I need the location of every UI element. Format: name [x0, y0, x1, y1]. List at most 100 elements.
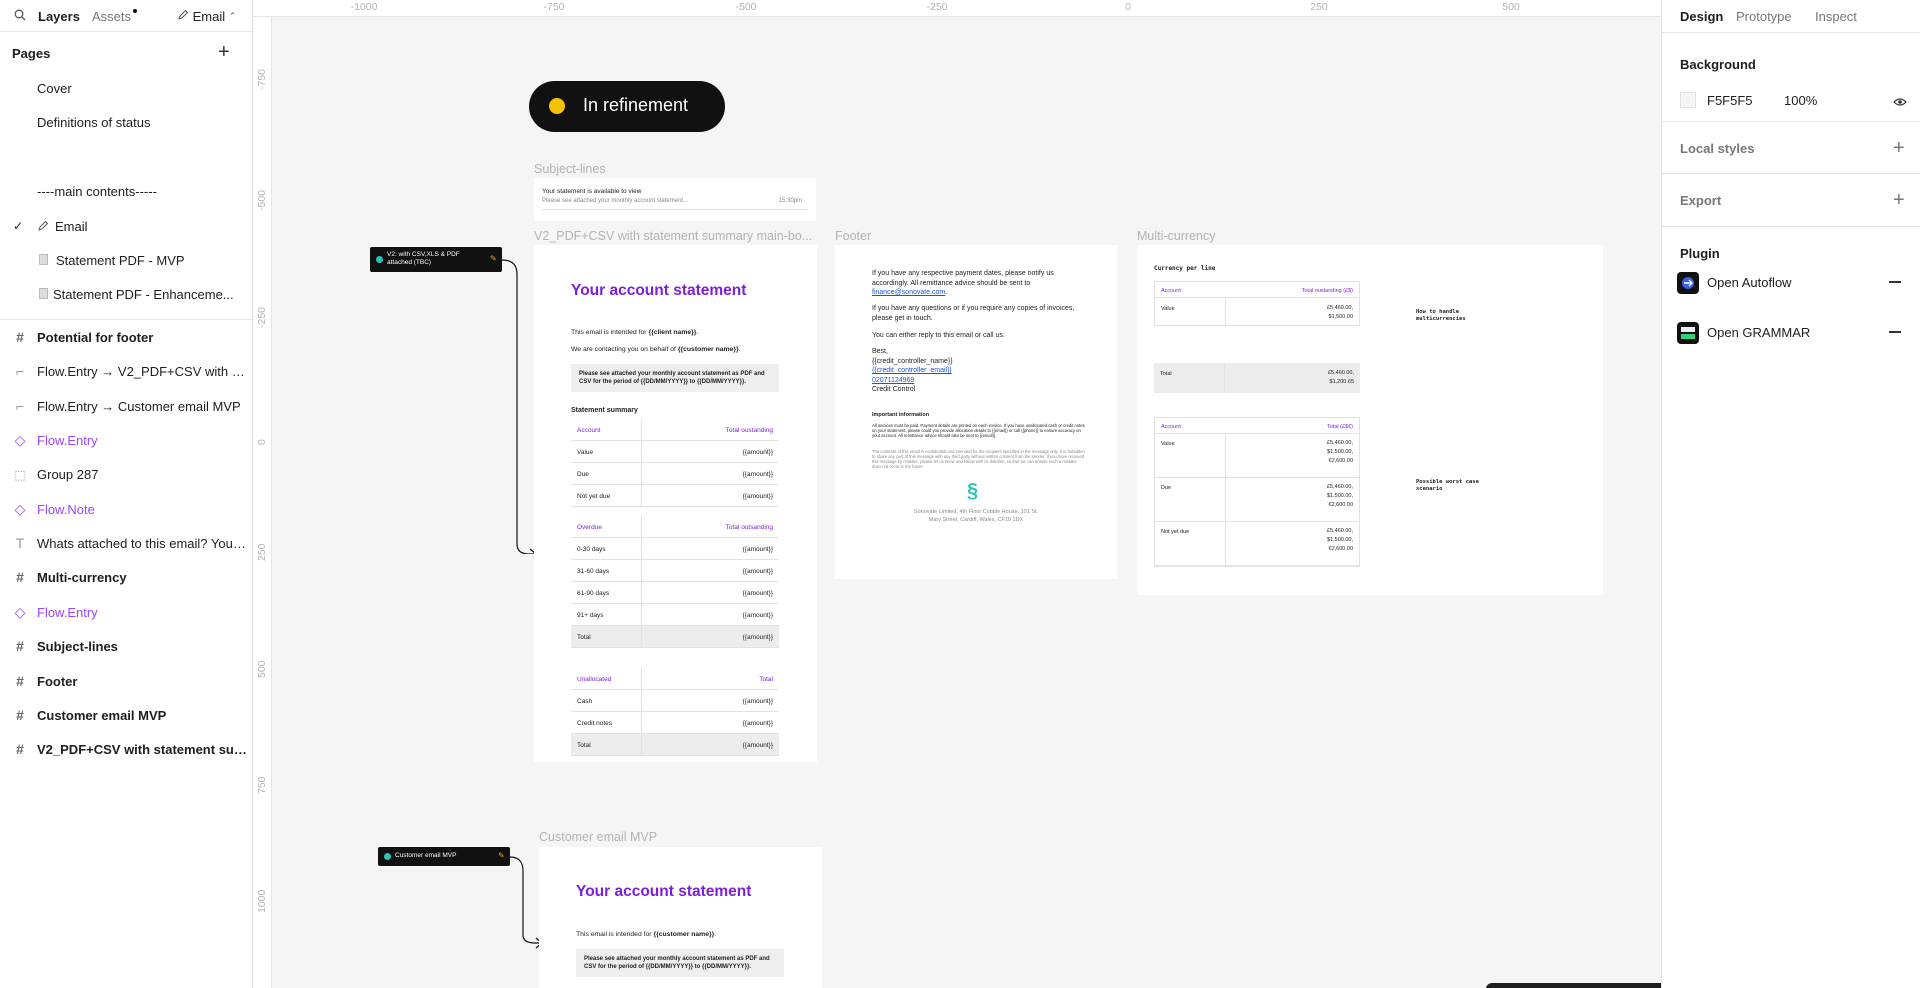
background-hex[interactable]: F5F5F5: [1707, 93, 1753, 108]
table-row: Cash {{amount}}: [571, 690, 779, 712]
tab-design[interactable]: Design: [1680, 9, 1723, 24]
minus-icon[interactable]: [1889, 281, 1901, 283]
frame-icon: #: [16, 672, 24, 689]
assets-update-dot: [133, 9, 137, 13]
page-item-email[interactable]: ✓ Email: [0, 210, 252, 244]
controller-email-link[interactable]: {{credit_controller_email}}: [872, 366, 953, 376]
search-icon[interactable]: [14, 9, 26, 24]
tab-prototype[interactable]: Prototype: [1736, 9, 1792, 24]
table-row: Not yet due {{amount}}: [571, 485, 779, 507]
layer-item[interactable]: ◇ Flow.Note: [0, 493, 252, 527]
table-row: Value {{amount}}: [571, 441, 779, 463]
minus-icon[interactable]: [1889, 331, 1901, 333]
left-ruler: -750-500-25002505007501000125: [254, 17, 272, 988]
table-row: 31-60 days {{amount}}: [571, 560, 779, 582]
add-export-plus-icon[interactable]: +: [1893, 190, 1905, 210]
page-item-cover[interactable]: Cover: [0, 72, 252, 106]
layer-label: Subject-lines: [37, 639, 118, 655]
page-item-statement-enhancement[interactable]: Statement PDF - Enhanceme...: [0, 278, 252, 312]
subject-divider: [542, 209, 808, 210]
multi-note-2: Possible worst case scenario: [1416, 479, 1479, 492]
flow-entry-tag-mvp[interactable]: Customer email MVP ✎: [378, 847, 510, 866]
add-page-plus-icon[interactable]: +: [218, 42, 230, 62]
statement-title: Your account statement: [571, 282, 747, 299]
frame-label-statement[interactable]: V2_PDF+CSV with statement summary main-b…: [534, 229, 814, 243]
tab-assets[interactable]: Assets: [92, 9, 131, 24]
layer-item[interactable]: ⌐ Flow.Entry → Customer email MVP: [0, 390, 252, 424]
statement-note: Please see attached your monthly account…: [579, 371, 765, 385]
layer-item[interactable]: # Subject-lines: [0, 630, 252, 664]
layer-item[interactable]: ⬚ Group 287: [0, 458, 252, 492]
frame-icon: #: [16, 569, 24, 586]
ruler-tick-label: -500: [735, 1, 757, 13]
page-item-definitions[interactable]: Definitions of status: [0, 106, 252, 140]
page-item-main-contents[interactable]: ----main contents-----: [0, 175, 252, 209]
page-item-statement-mvp[interactable]: Statement PDF - MVP: [0, 244, 252, 278]
layer-item[interactable]: # Customer email MVP: [0, 699, 252, 733]
status-pill[interactable]: In refinement: [529, 81, 725, 132]
ruler-tick-label: 0: [1125, 1, 1131, 13]
background-swatch[interactable]: [1680, 92, 1696, 108]
frame-customer-email-mvp[interactable]: Your account statement This email is int…: [539, 847, 822, 988]
layers-panel: Layers Assets Email ⌃ Pages + Cover Defi…: [0, 0, 253, 988]
pages-header: Pages +: [0, 32, 252, 72]
component-icon: ◇: [14, 603, 26, 620]
frame-subject-lines[interactable]: Your statement is available to view Plea…: [534, 178, 816, 221]
multi-table-1: Account Total oustanding (£$) Value £5,4…: [1154, 281, 1360, 326]
frame-statement-summary[interactable]: Your account statement This email is int…: [534, 245, 817, 762]
frame-label-customer-email-mvp[interactable]: Customer email MVP: [539, 830, 657, 844]
layer-item[interactable]: # Footer: [0, 665, 252, 699]
page-item-blank[interactable]: [0, 141, 252, 175]
text-icon: T: [15, 535, 25, 552]
frame-icon: #: [16, 638, 24, 655]
finance-email-link[interactable]: finance@sonovate.com: [872, 289, 945, 296]
local-styles-section: Local styles +: [1662, 122, 1920, 174]
ruler-tick-label: 500: [256, 660, 268, 678]
table-header: Overdue Total outsanding: [571, 516, 779, 538]
layer-item[interactable]: # V2_PDF+CSV with statement sum...: [0, 733, 252, 767]
layer-label: Customer email MVP: [37, 708, 167, 724]
layer-item[interactable]: ◇ Flow.Entry: [0, 596, 252, 630]
tab-layers[interactable]: Layers: [38, 9, 80, 24]
layer-item[interactable]: # Potential for footer: [0, 321, 252, 355]
eye-icon[interactable]: [1893, 94, 1907, 112]
right-panel-tabs: Design Prototype Inspect: [1662, 0, 1920, 32]
plugin-autoflow[interactable]: Open Autoflow: [1677, 270, 1912, 294]
connector-icon: ⌐: [15, 363, 25, 380]
component-icon: ◇: [14, 431, 26, 448]
frame-label-subject-lines[interactable]: Subject-lines: [534, 162, 606, 176]
pages-title: Pages: [12, 46, 51, 61]
phone-link[interactable]: 02071124969: [872, 376, 953, 386]
frame-multi-currency[interactable]: Currency per line Account Total oustandi…: [1137, 245, 1603, 595]
layer-item[interactable]: ◇ Flow.Entry: [0, 424, 252, 458]
table-row: Total {{amount}}: [571, 734, 779, 756]
table-row: 0-30 days {{amount}}: [571, 538, 779, 560]
frame-label-footer[interactable]: Footer: [835, 229, 871, 243]
background-opacity[interactable]: 100%: [1784, 93, 1817, 108]
flow-entry-tag[interactable]: V2: with CSV,XLS & PDF attached (TBC) ✎: [370, 247, 502, 272]
table-row: 91+ days {{amount}}: [571, 604, 779, 626]
document-icon: [39, 253, 48, 265]
frame-footer[interactable]: If you have any respective payment dates…: [835, 245, 1117, 579]
tab-inspect[interactable]: Inspect: [1815, 9, 1857, 24]
page-switcher[interactable]: Email ⌃: [177, 8, 236, 24]
add-style-plus-icon[interactable]: +: [1893, 138, 1905, 158]
layer-item[interactable]: T Whats attached to this email? Your...: [0, 527, 252, 561]
table-row: Total {{amount}}: [571, 626, 779, 648]
plugin-grammar[interactable]: Open GRAMMAR: [1677, 320, 1912, 344]
table-row: Value £5,460.00, $1,500.00, €2,600.00: [1155, 434, 1359, 478]
layer-item[interactable]: # Multi-currency: [0, 561, 252, 595]
plugin-label: Open Autoflow: [1707, 275, 1792, 290]
group-icon: ⬚: [14, 468, 26, 483]
ruler-tick-label: 250: [256, 543, 268, 561]
layer-item[interactable]: ⌐ Flow.Entry → V2_PDF+CSV with s...: [0, 355, 252, 389]
confidential-text: The contents of this email is confidenti…: [872, 449, 1085, 469]
document-icon: [39, 288, 48, 300]
flow-tag-label: V2: with CSV,XLS & PDF attached (TBC): [387, 251, 460, 266]
frame-icon: #: [16, 741, 24, 758]
canvas[interactable]: In refinement Subject-lines Your stateme…: [273, 18, 1830, 988]
chevron-up-icon: ⌃: [228, 11, 237, 22]
frame-label-multi-currency[interactable]: Multi-currency: [1137, 229, 1216, 243]
checkmark-icon: ✓: [13, 218, 24, 233]
ruler-tick-label: -250: [256, 306, 268, 328]
